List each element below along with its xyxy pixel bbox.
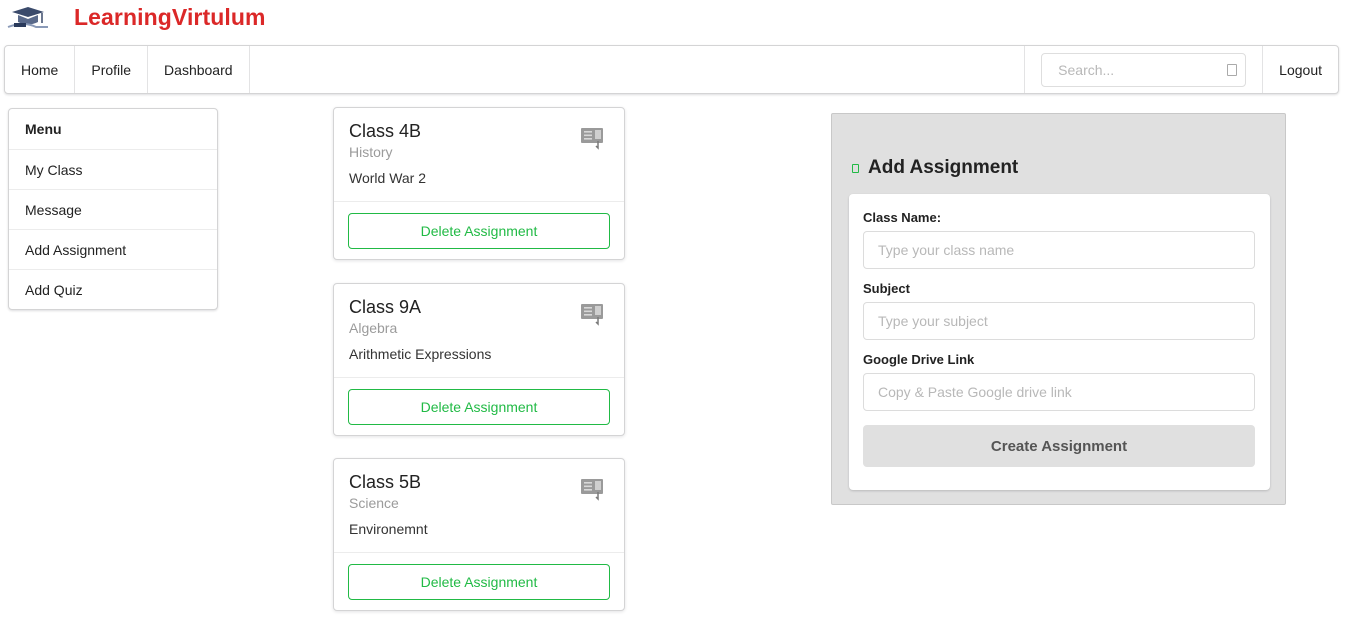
card-subject: Algebra xyxy=(349,320,398,336)
card-description: World War 2 xyxy=(349,170,427,186)
side-menu-header: Menu xyxy=(25,121,62,137)
add-assignment-header: Add Assignment xyxy=(852,157,1018,179)
assignment-card: Class 5B Science Environemnt Delete Assi… xyxy=(333,458,625,611)
menu-item-profile[interactable]: Profile xyxy=(75,46,149,93)
logout-button[interactable]: Logout xyxy=(1262,46,1338,93)
delete-assignment-button[interactable]: Delete Assignment xyxy=(348,213,610,249)
delete-assignment-button[interactable]: Delete Assignment xyxy=(348,564,610,600)
side-menu-item-add-quiz[interactable]: Add Quiz xyxy=(9,269,217,309)
menu-item-dashboard[interactable]: Dashboard xyxy=(148,46,250,93)
search-box xyxy=(1041,52,1247,87)
top-menu: Home Profile Dashboard Logout xyxy=(4,45,1339,94)
file-icon xyxy=(852,163,859,173)
drive-link-field: Google Drive Link xyxy=(863,352,1256,411)
brand: LearningVirtulum xyxy=(6,0,266,34)
card-content: Class 5B Science Environemnt xyxy=(334,459,624,553)
assignment-card: Class 4B History World War 2 Delete Assi… xyxy=(333,107,625,260)
search-container xyxy=(1024,46,1262,93)
assignment-icon xyxy=(581,304,603,326)
drive-link-input[interactable] xyxy=(863,373,1255,411)
card-title: Class 9A xyxy=(349,297,422,317)
card-subject: Science xyxy=(349,495,399,511)
card-extra: Delete Assignment xyxy=(334,378,624,436)
add-assignment-panel: Add Assignment Class Name: Subject Googl… xyxy=(831,113,1286,505)
card-title: Class 5B xyxy=(349,472,422,492)
add-assignment-form: Class Name: Subject Google Drive Link Cr… xyxy=(849,194,1270,490)
menu-spacer xyxy=(250,46,1025,93)
card-subject: History xyxy=(349,144,393,160)
search-icon[interactable] xyxy=(1227,63,1238,76)
assignment-icon xyxy=(581,128,603,150)
class-name-input[interactable] xyxy=(863,231,1255,269)
class-name-label: Class Name: xyxy=(863,210,942,225)
drive-link-label: Google Drive Link xyxy=(863,352,975,367)
card-extra: Delete Assignment xyxy=(334,553,624,611)
card-content: Class 9A Algebra Arithmetic Expressions xyxy=(334,284,624,378)
card-description: Arithmetic Expressions xyxy=(349,346,492,362)
subject-input[interactable] xyxy=(863,302,1255,340)
assignment-card: Class 9A Algebra Arithmetic Expressions … xyxy=(333,283,625,436)
card-extra: Delete Assignment xyxy=(334,202,624,260)
subject-label: Subject xyxy=(863,281,910,296)
subject-field: Subject xyxy=(863,281,1256,340)
side-menu: Menu My Class Message Add Assignment Add… xyxy=(8,108,218,310)
menu-item-home[interactable]: Home xyxy=(5,46,76,93)
graduation-cap-logo-icon xyxy=(7,7,48,28)
delete-assignment-button[interactable]: Delete Assignment xyxy=(348,389,610,425)
side-menu-item-my-class[interactable]: My Class xyxy=(9,149,217,189)
assignment-icon xyxy=(581,479,603,501)
side-menu-item-message[interactable]: Message xyxy=(9,189,217,229)
brand-name[interactable]: LearningVirtulum xyxy=(74,4,266,31)
side-menu-item-add-assignment[interactable]: Add Assignment xyxy=(9,229,217,269)
add-assignment-title: Add Assignment xyxy=(868,157,1019,178)
card-title: Class 4B xyxy=(349,121,422,141)
search-input[interactable] xyxy=(1056,60,1224,79)
class-name-field: Class Name: xyxy=(863,210,1256,269)
create-assignment-button[interactable]: Create Assignment xyxy=(863,425,1255,467)
card-content: Class 4B History World War 2 xyxy=(334,108,624,202)
card-description: Environemnt xyxy=(349,521,428,537)
